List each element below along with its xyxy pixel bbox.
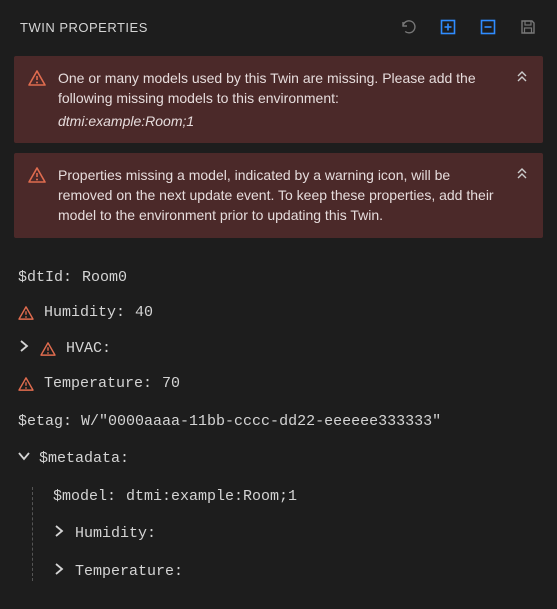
property-value: W/"0000aaaa-11bb-cccc-dd22-eeeeee333333"	[81, 413, 441, 430]
chevron-down-icon	[18, 450, 30, 462]
property-label: $etag:	[18, 413, 72, 430]
banner-collapse-button[interactable]	[515, 68, 529, 87]
banner-text: Properties missing a model, indicated by…	[58, 165, 503, 226]
warning-icon	[28, 68, 46, 89]
property-label: Humidity:	[75, 524, 156, 544]
properties-list: $dtId: Room0 Humidity: 40 HVAC:	[0, 248, 557, 609]
property-value: dtmi:example:Room;1	[126, 487, 297, 507]
metadata-model[interactable]: $model: dtmi:example:Room;1	[53, 487, 539, 507]
expand-toggle[interactable]	[18, 449, 30, 469]
metadata-section: $metadata: $model: dtmi:example:Room;1 H…	[18, 449, 539, 581]
property-hvac[interactable]: HVAC:	[18, 339, 539, 359]
panel-title: TWIN PROPERTIES	[20, 20, 148, 35]
metadata-header[interactable]: $metadata:	[18, 449, 539, 469]
missing-model-id: dtmi:example:Room;1	[58, 111, 503, 131]
undo-icon	[399, 18, 417, 36]
banner-message: Properties missing a model, indicated by…	[58, 167, 494, 224]
metadata-label: $metadata:	[39, 449, 129, 469]
property-value: Room0	[82, 268, 127, 288]
missing-properties-banner: Properties missing a model, indicated by…	[14, 153, 543, 238]
property-label: Temperature:	[44, 374, 152, 394]
metadata-temperature[interactable]: Temperature:	[53, 562, 539, 582]
metadata-body: $model: dtmi:example:Room;1 Humidity: Te…	[32, 487, 539, 582]
property-value: 70	[162, 374, 180, 394]
property-label: $model:	[53, 487, 116, 507]
expand-toggle[interactable]	[18, 339, 30, 359]
chevron-double-up-icon	[515, 167, 529, 181]
property-humidity[interactable]: Humidity: 40	[18, 303, 539, 323]
property-value: 40	[135, 303, 153, 323]
warning-icon	[28, 165, 46, 186]
missing-models-banner: One or many models used by this Twin are…	[14, 56, 543, 143]
warning-icon	[18, 306, 34, 320]
expand-toggle[interactable]	[53, 524, 65, 544]
property-label: Temperature:	[75, 562, 183, 582]
banner-text: One or many models used by this Twin are…	[58, 68, 503, 131]
property-label: $dtId:	[18, 268, 72, 288]
collapse-all-button[interactable]	[475, 14, 501, 40]
banner-collapse-button[interactable]	[515, 165, 529, 184]
expand-all-button[interactable]	[435, 14, 461, 40]
collapse-all-icon	[478, 17, 498, 37]
expand-all-icon	[438, 17, 458, 37]
chevron-right-icon	[53, 525, 65, 537]
property-dtid[interactable]: $dtId: Room0	[18, 268, 539, 288]
warning-icon	[40, 342, 56, 356]
property-etag[interactable]: $etag: W/"0000aaaa-11bb-cccc-dd22-eeeeee…	[18, 412, 539, 432]
property-temperature[interactable]: Temperature: 70	[18, 374, 539, 394]
panel-header: TWIN PROPERTIES	[0, 0, 557, 52]
warning-icon	[18, 377, 34, 391]
expand-toggle[interactable]	[53, 562, 65, 582]
chevron-right-icon	[53, 563, 65, 575]
banner-message: One or many models used by this Twin are…	[58, 70, 476, 106]
chevron-double-up-icon	[515, 70, 529, 84]
property-label: HVAC:	[66, 339, 111, 359]
undo-button[interactable]	[395, 14, 421, 40]
save-button[interactable]	[515, 14, 541, 40]
chevron-right-icon	[18, 340, 30, 352]
toolbar	[395, 14, 541, 40]
property-label: Humidity:	[44, 303, 125, 323]
save-icon	[519, 18, 537, 36]
metadata-humidity[interactable]: Humidity:	[53, 524, 539, 544]
